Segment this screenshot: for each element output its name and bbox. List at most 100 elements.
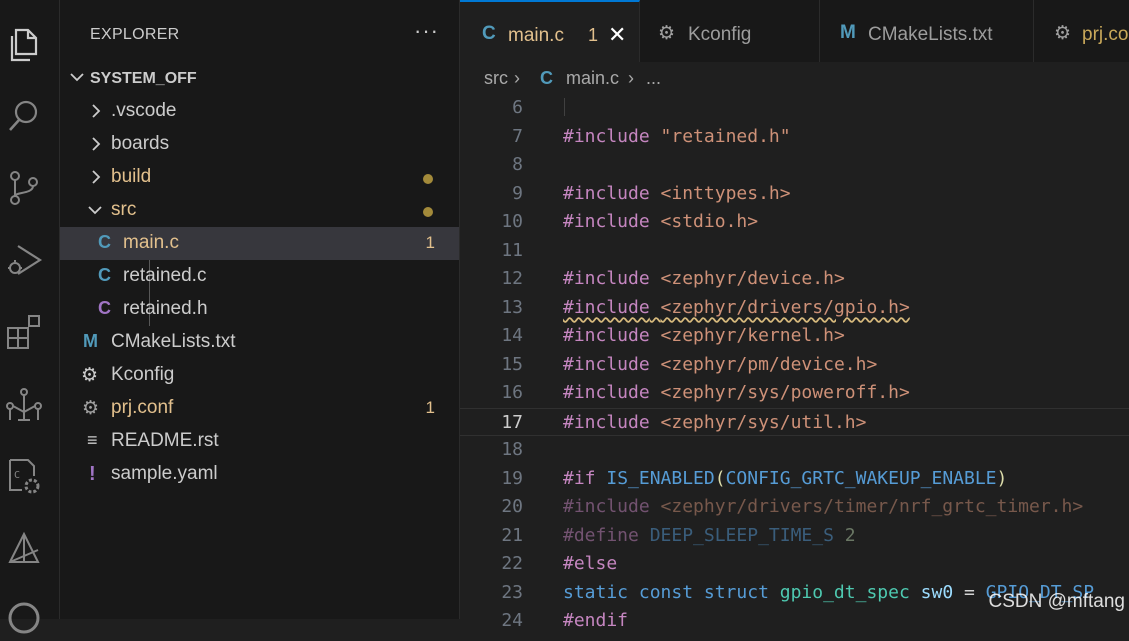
tree-item-vscode[interactable]: .vscode	[60, 95, 459, 128]
code-line[interactable]: 8	[460, 151, 1129, 180]
tree-item-boards[interactable]: boards	[60, 128, 459, 161]
tab-cmakelists[interactable]: M CMakeLists.txt	[820, 0, 1034, 62]
explorer-sidebar: EXPLORER ··· SYSTEM_OFF .vscode boards b…	[60, 0, 460, 619]
code-line[interactable]: 19 #if IS_ENABLED(CONFIG_GRTC_WAKEUP_ENAB…	[460, 465, 1129, 494]
code-editor[interactable]: 6 7 #include "retained.h" 8 9 #include <intty…	[460, 94, 1129, 631]
device-tree-icon[interactable]	[4, 384, 44, 424]
tab-label: main.c	[508, 25, 564, 46]
line-number: 9	[512, 182, 523, 204]
breadcrumb-folder[interactable]: src	[484, 68, 508, 89]
tree-item-src[interactable]: src	[60, 194, 459, 227]
line-number: 23	[501, 581, 523, 603]
tree-item-label: main.c	[123, 232, 179, 253]
code-line[interactable]: 21 #define DEEP_SLEEP_TIME_S 2	[460, 522, 1129, 551]
line-number: 20	[501, 496, 523, 517]
chevron-right-icon: ›	[628, 68, 634, 88]
tab-label: Kconfig	[688, 24, 752, 45]
kconfig-gear-icon: ⚙	[81, 365, 99, 386]
c-file-icon: C	[98, 265, 111, 285]
activity-bar: C	[0, 0, 60, 634]
tree-item-prj-conf[interactable]: ⚙ prj.conf 1	[60, 392, 459, 425]
code-line[interactable]: 15 #include <zephyr/pm/device.h>	[460, 351, 1129, 380]
tree-item-readme[interactable]: ≡ README.rst	[60, 425, 459, 458]
line-number: 22	[501, 553, 523, 574]
code-line[interactable]: 9 #include <inttypes.h>	[460, 180, 1129, 209]
code-line[interactable]: 14 #include <zephyr/kernel.h>	[460, 322, 1129, 351]
c-file-icon: C	[482, 23, 496, 44]
c-file-icon: C	[540, 68, 553, 88]
breadcrumb-symbols[interactable]: ...	[646, 68, 661, 89]
code-line[interactable]: 22 #else	[460, 550, 1129, 579]
line-number: 16	[501, 382, 523, 403]
tree-item-label: src	[111, 199, 137, 220]
code-line[interactable]: 10 #include <stdio.h>	[460, 208, 1129, 237]
tree-item-label: prj.conf	[111, 397, 174, 418]
run-debug-icon[interactable]	[4, 240, 44, 280]
tab-kconfig[interactable]: ⚙ Kconfig	[640, 0, 820, 62]
line-number: 11	[501, 239, 523, 261]
line-number: 8	[512, 154, 523, 175]
tab-bar: C main.c 1 ✕ ⚙ Kconfig M CMakeLists.txt …	[460, 0, 1129, 62]
problem-count-badge: 1	[425, 398, 435, 417]
problem-count-badge: 1	[588, 25, 599, 45]
h-file-icon: C	[98, 298, 111, 318]
code-line[interactable]: 7 #include "retained.h"	[460, 123, 1129, 152]
line-number: 10	[501, 211, 523, 232]
code-line[interactable]: 16 #include <zephyr/sys/poweroff.h>	[460, 379, 1129, 408]
files-icon[interactable]	[4, 24, 44, 64]
problem-count-badge: 1	[425, 233, 435, 252]
tree-item-retained-c[interactable]: C retained.c	[60, 260, 459, 293]
line-number: 17	[501, 411, 523, 433]
breadcrumb-file[interactable]: main.c	[566, 68, 619, 89]
code-line[interactable]: 18	[460, 436, 1129, 465]
workspace-folder-header[interactable]: SYSTEM_OFF	[60, 64, 460, 94]
search-icon[interactable]	[4, 96, 44, 136]
tree-item-cmakelists[interactable]: M CMakeLists.txt	[60, 326, 459, 359]
source-control-icon[interactable]	[4, 168, 44, 208]
tree-item-retained-h[interactable]: C retained.h	[60, 293, 459, 326]
line-number: 21	[501, 524, 523, 546]
chevron-right-icon	[92, 137, 101, 151]
code-line[interactable]: 6	[460, 94, 1129, 123]
tree-item-sample-yaml[interactable]: ! sample.yaml	[60, 458, 459, 491]
tab-prj-conf[interactable]: ⚙ prj.co	[1034, 0, 1129, 62]
settings-sync-icon[interactable]: C	[4, 456, 44, 496]
extensions-icon[interactable]	[4, 312, 44, 352]
code-line[interactable]: 13 #include <zephyr/drivers/gpio.h>	[460, 294, 1129, 323]
tab-label: CMakeLists.txt	[868, 24, 993, 45]
line-number: 19	[501, 467, 523, 489]
tree-item-label: build	[111, 166, 152, 187]
code-line[interactable]: 11	[460, 237, 1129, 266]
tab-main-c[interactable]: C main.c 1 ✕	[460, 0, 640, 62]
yaml-icon: !	[89, 463, 96, 485]
sidebar-title: EXPLORER	[90, 26, 180, 43]
modified-dot-icon	[423, 207, 433, 217]
chevron-right-icon	[92, 170, 101, 184]
code-line[interactable]: 20 #include <zephyr/drivers/timer/nrf_grt…	[460, 493, 1129, 522]
code-text: #else	[563, 553, 618, 574]
tree-item-label: .vscode	[111, 100, 177, 121]
nrf-connect-icon[interactable]	[4, 528, 44, 568]
code-line[interactable]: 12 #include <zephyr/device.h>	[460, 265, 1129, 294]
code-line[interactable]: 17 #include <zephyr/sys/util.h>	[460, 407, 1129, 436]
line-number: 13	[501, 296, 523, 318]
c-file-icon: C	[98, 232, 111, 252]
cmake-icon: M	[840, 22, 856, 43]
code-text: #include <zephyr/drivers/timer/nrf_grtc_…	[563, 496, 1084, 517]
tree-item-label: retained.c	[123, 265, 207, 286]
chevron-right-icon	[92, 104, 101, 118]
tree-item-label: CMakeLists.txt	[111, 331, 236, 352]
tree-item-main-c[interactable]: C main.c 1	[60, 227, 459, 260]
line-number: 12	[501, 268, 523, 289]
more-actions-button[interactable]: ···	[414, 18, 439, 44]
svg-text:C: C	[14, 470, 20, 481]
modified-dot-icon	[423, 174, 433, 184]
code-text: #include <zephyr/sys/poweroff.h>	[563, 382, 910, 403]
line-number: 14	[501, 325, 523, 346]
close-tab-icon[interactable]: ✕	[608, 22, 626, 48]
remote-icon[interactable]	[4, 596, 44, 636]
tree-item-label: sample.yaml	[111, 463, 218, 484]
tree-item-build[interactable]: build	[60, 161, 459, 194]
settings-gear-icon: ⚙	[82, 398, 100, 419]
tree-item-kconfig[interactable]: ⚙ Kconfig	[60, 359, 459, 392]
